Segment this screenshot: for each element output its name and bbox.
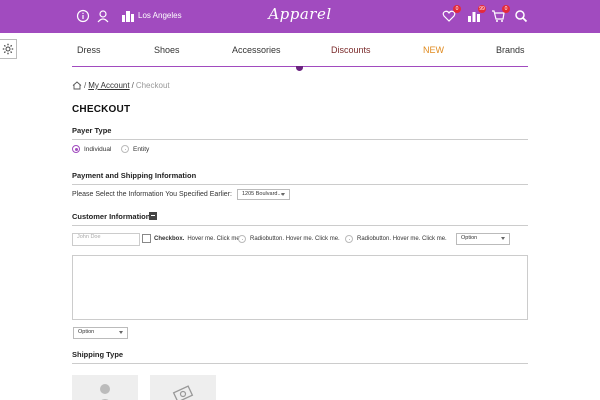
- money-icon: [172, 385, 194, 400]
- search-icon[interactable]: [514, 9, 528, 23]
- nav-item-accessories[interactable]: Accessories: [232, 45, 281, 55]
- payer-individual-radio[interactable]: Individual: [72, 145, 111, 153]
- radio-label: Entity: [133, 145, 150, 153]
- shipping-option-pickup[interactable]: [150, 375, 216, 400]
- breadcrumb: / My Account / Checkout: [72, 81, 170, 90]
- option-select-1[interactable]: Option: [456, 233, 510, 245]
- radio-unselected-icon: [238, 235, 246, 243]
- checkbox-label-bold: Checkbox.: [154, 235, 185, 242]
- nav-item-new[interactable]: NEW: [423, 45, 444, 55]
- nav-item-shoes[interactable]: Shoes: [154, 45, 180, 55]
- nav-item-discounts[interactable]: Discounts: [331, 45, 371, 55]
- person-icon: [100, 384, 110, 400]
- demo-checkbox[interactable]: Checkbox. Hover me. Click me.: [142, 234, 241, 243]
- address-prompt: Please Select the Information You Specif…: [72, 191, 232, 198]
- cart-badge: 0: [502, 5, 510, 13]
- checkbox-label: Hover me. Click me.: [187, 235, 242, 242]
- main-nav: Dress Shoes Accessories Discounts NEW Br…: [72, 45, 528, 67]
- radio-label: Individual: [84, 145, 112, 153]
- nav-active-marker: [296, 66, 303, 71]
- radio-unselected-icon: [121, 145, 129, 153]
- name-input[interactable]: John Doe: [72, 233, 140, 246]
- option-select-value: Option: [461, 235, 478, 241]
- customer-heading: Customer Information: [72, 212, 528, 226]
- shipping-option-courier[interactable]: [72, 375, 138, 400]
- demo-radio-2[interactable]: Radiobutton. Hover me. Click me.: [345, 235, 447, 243]
- payer-entity-radio[interactable]: Entity: [121, 145, 149, 153]
- compare-button[interactable]: 99: [467, 5, 486, 23]
- radio-label: Radiobutton. Hover me. Click me.: [357, 236, 447, 242]
- address-select-value: 1205 Boulvard...: [242, 191, 283, 197]
- comment-textarea[interactable]: [72, 255, 528, 320]
- page-title: CHECKOUT: [72, 104, 131, 115]
- radio-unselected-icon: [345, 235, 353, 243]
- shipping-heading: Shipping Type: [72, 350, 528, 364]
- option-select-value: Option: [78, 329, 95, 335]
- breadcrumb-sep: /: [131, 81, 134, 90]
- option-select-2[interactable]: Option: [73, 327, 128, 339]
- radio-label: Radiobutton. Hover me. Click me.: [250, 236, 340, 242]
- top-bar: Los Angeles Apparel 0 99 0: [0, 0, 600, 33]
- chevron-down-icon: [501, 237, 505, 240]
- home-icon[interactable]: [72, 81, 82, 90]
- payer-type-heading: Payer Type: [72, 126, 528, 140]
- settings-button[interactable]: [0, 39, 17, 59]
- nav-item-brands[interactable]: Brands: [496, 45, 525, 55]
- breadcrumb-my-account[interactable]: My Account: [88, 81, 129, 90]
- address-select[interactable]: 1205 Boulvard...: [237, 189, 290, 200]
- wishlist-button[interactable]: 0: [442, 5, 461, 23]
- payment-heading: Payment and Shipping Information: [72, 171, 528, 185]
- radio-selected-icon: [72, 145, 80, 153]
- checkbox-box: [142, 234, 151, 243]
- collapse-icon[interactable]: [149, 212, 157, 220]
- compare-badge: 99: [478, 5, 486, 13]
- nav-item-dress[interactable]: Dress: [77, 45, 101, 55]
- cart-button[interactable]: 0: [491, 5, 510, 23]
- logo[interactable]: Apparel: [0, 5, 600, 23]
- chevron-down-icon: [119, 331, 123, 334]
- gear-icon: [2, 43, 14, 55]
- wishlist-badge: 0: [453, 5, 461, 13]
- breadcrumb-sep: /: [84, 81, 87, 90]
- breadcrumb-current: Checkout: [135, 81, 170, 90]
- demo-radio-1[interactable]: Radiobutton. Hover me. Click me.: [238, 235, 340, 243]
- chevron-down-icon: [281, 193, 285, 196]
